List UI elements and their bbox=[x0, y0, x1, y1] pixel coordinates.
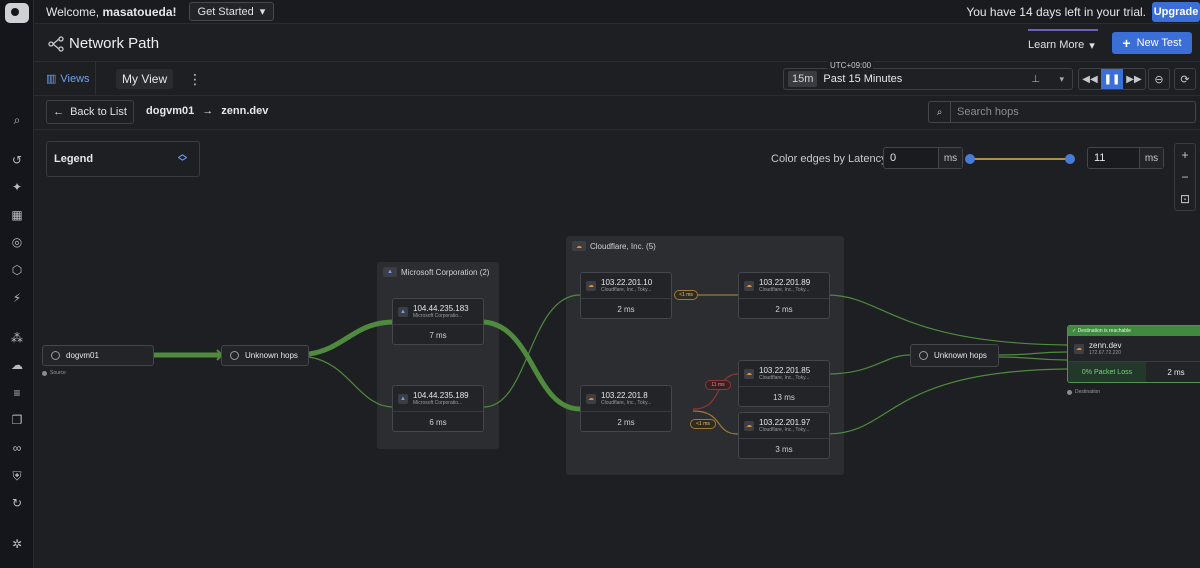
copy-icon[interactable]: ❐ bbox=[0, 411, 34, 429]
edge-latency-label: <1 ms bbox=[674, 290, 698, 300]
destination-ip: 172.67.72.220 bbox=[1089, 350, 1121, 356]
unknown-hops-node[interactable]: Unknown hops bbox=[910, 344, 999, 367]
destination-status: ✓ Destination is reachable bbox=[1068, 326, 1200, 336]
cloudflare-logo-icon: ☁ bbox=[744, 368, 754, 379]
cloudflare-logo-icon: ☁ bbox=[586, 280, 596, 291]
network-graph-canvas[interactable]: Legend ︿ ﹀ Color edges by Latency 0 ms 11 m… bbox=[34, 131, 1200, 568]
network-path-icon bbox=[48, 36, 64, 52]
history-icon[interactable]: ↺ bbox=[0, 151, 34, 169]
caret-down-icon: ▾ bbox=[1089, 39, 1095, 52]
breadcrumb: dogvm01 → zenn.dev bbox=[146, 105, 268, 117]
microsoft-logo-icon: ▲ bbox=[398, 306, 408, 317]
datadog-logo-icon[interactable] bbox=[5, 3, 29, 23]
learn-more-dropdown[interactable]: Learn More ▾ bbox=[1028, 29, 1098, 59]
dashboard-icon[interactable]: ▦ bbox=[0, 206, 34, 224]
plus-icon: + bbox=[1122, 35, 1131, 51]
views-toolbar: ▥ Views My View ⋮ UTC+09:00 15m Past 15 M… bbox=[34, 61, 1200, 96]
cloud-icon[interactable]: ☁ bbox=[0, 356, 34, 374]
refresh-icon[interactable]: ⟳ bbox=[1174, 68, 1196, 90]
more-options-icon[interactable]: ⋮ bbox=[188, 71, 202, 88]
trial-notice: You have 14 days left in your trial. bbox=[966, 4, 1146, 19]
destination-node[interactable]: ✓ Destination is reachable ☁ zenn.dev 17… bbox=[1067, 325, 1200, 383]
cloudflare-logo-icon: ☁ bbox=[586, 393, 596, 404]
time-range-label: Past 15 Minutes bbox=[823, 73, 903, 85]
back-to-list-button[interactable]: ← Back to List bbox=[46, 100, 134, 124]
bug-icon[interactable]: ✲ bbox=[0, 535, 34, 553]
cube-icon[interactable]: ⬡ bbox=[0, 261, 34, 279]
info-icon bbox=[42, 370, 47, 376]
breadcrumb-destination: zenn.dev bbox=[221, 105, 269, 117]
edge-latency-label: <1 ms bbox=[690, 419, 716, 429]
search-icon: ⌕ bbox=[929, 102, 951, 122]
destination-caption: Destination bbox=[1067, 389, 1100, 395]
target-icon[interactable]: ◎ bbox=[0, 233, 34, 251]
logs-icon[interactable]: ≡ bbox=[0, 384, 34, 402]
search-hops: ⌕ bbox=[928, 101, 1196, 123]
breadcrumb-source: dogvm01 bbox=[146, 105, 195, 117]
hop-node[interactable]: ☁ 103.22.201.8 Cloudflare, Inc., Toky... 2… bbox=[580, 385, 672, 432]
fast-forward-icon[interactable]: ▶▶ bbox=[1123, 69, 1145, 89]
destination-latency: 2 ms bbox=[1167, 368, 1185, 377]
info-icon bbox=[1067, 389, 1072, 395]
hop-node[interactable]: ☁ 103.22.201.97 Cloudflare, Inc., Toky... … bbox=[738, 412, 830, 459]
hop-node[interactable]: ▲ 104.44.235.183 Microsoft Corporatio... 7… bbox=[392, 298, 484, 345]
caret-down-icon[interactable]: ▾ bbox=[1059, 74, 1064, 85]
edge-latency-label: 11 ms bbox=[705, 380, 731, 390]
hop-node[interactable]: ▲ 104.44.235.189 Microsoft Corporatio... 6… bbox=[392, 385, 484, 432]
page-header: Network Path Learn More ▾ + New Test bbox=[34, 25, 1200, 62]
cloudflare-logo-icon: ☁ bbox=[744, 280, 754, 291]
path-toolbar: ← Back to List dogvm01 → zenn.dev ⌕ bbox=[34, 96, 1200, 130]
upgrade-button[interactable]: Upgrade bbox=[1152, 2, 1200, 22]
page-title: Network Path bbox=[69, 34, 160, 52]
packet-loss: 0% Packet Loss bbox=[1068, 362, 1146, 382]
search-hops-input[interactable] bbox=[951, 106, 1195, 118]
arrow-right-icon: → bbox=[202, 105, 214, 117]
unknown-icon bbox=[919, 351, 928, 360]
time-range-picker[interactable]: UTC+09:00 15m Past 15 Minutes ⊥ ▾ bbox=[783, 61, 1073, 90]
unknown-hops-node[interactable]: Unknown hops bbox=[221, 345, 309, 366]
new-test-button[interactable]: + New Test bbox=[1112, 32, 1192, 54]
search-icon[interactable]: ⌕ bbox=[0, 111, 34, 129]
refresh-check-icon[interactable]: ↻ bbox=[0, 494, 34, 512]
playback-controls: ◀◀ ❚❚ ▶▶ bbox=[1078, 68, 1146, 90]
hop-node[interactable]: ☁ 103.22.201.85 Cloudflare, Inc., Toky... … bbox=[738, 360, 830, 407]
hop-node[interactable]: ☁ 103.22.201.10 Cloudflare, Inc., Toky... … bbox=[580, 272, 672, 319]
timezone-label: UTC+09:00 bbox=[828, 61, 874, 70]
views-toggle[interactable]: ▥ Views bbox=[34, 62, 96, 95]
pin-icon[interactable]: ⊥ bbox=[1031, 74, 1040, 85]
cloudflare-logo-icon: ☁ bbox=[744, 420, 754, 431]
bolt-icon[interactable]: ⚡ bbox=[0, 289, 34, 307]
hop-node[interactable]: ☁ 103.22.201.89 Cloudflare, Inc., Toky... … bbox=[738, 272, 830, 319]
pause-icon[interactable]: ❚❚ bbox=[1101, 69, 1123, 89]
host-icon bbox=[51, 351, 60, 360]
zoom-out-time-icon[interactable]: ⊖ bbox=[1148, 68, 1170, 90]
cloudflare-logo-icon: ☁ bbox=[1074, 343, 1084, 354]
get-started-dropdown[interactable]: Get Started ▾ bbox=[188, 2, 275, 21]
top-bar: Welcome, masatoueda! Get Started ▾ You ha… bbox=[34, 0, 1200, 24]
network-icon[interactable]: ⁂ bbox=[0, 329, 34, 347]
my-view-selector[interactable]: My View bbox=[116, 69, 174, 89]
caret-down-icon: ▾ bbox=[259, 6, 266, 18]
link-icon[interactable]: ∞ bbox=[0, 439, 34, 457]
edges-layer bbox=[154, 294, 1068, 435]
source-caption: Source bbox=[42, 370, 66, 376]
welcome-text: Welcome, masatoueda! bbox=[46, 4, 177, 19]
time-range-badge: 15m bbox=[788, 71, 818, 87]
microsoft-logo-icon: ▲ bbox=[398, 393, 408, 404]
shield-icon[interactable]: ⛨ bbox=[0, 467, 34, 485]
destination-host: zenn.dev bbox=[1089, 341, 1122, 350]
unknown-icon bbox=[230, 351, 239, 360]
panel-icon: ▥ bbox=[46, 73, 57, 85]
arrow-left-icon: ← bbox=[53, 106, 65, 118]
rewind-icon[interactable]: ◀◀ bbox=[1079, 69, 1101, 89]
sparkle-icon[interactable]: ✦ bbox=[0, 178, 34, 196]
left-nav: ⌕ ↺ ✦ ▦ ◎ ⬡ ⚡ ⁂ ☁ ≡ ❐ ∞ ⛨ ↻ ✲ bbox=[0, 0, 34, 568]
source-node[interactable]: dogvm01 bbox=[42, 345, 154, 366]
